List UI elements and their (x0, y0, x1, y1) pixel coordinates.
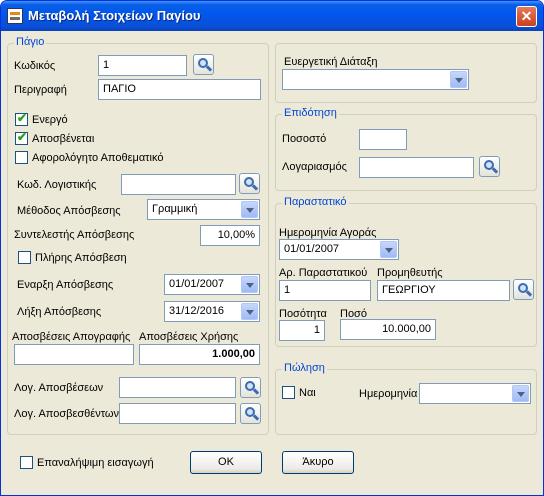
method-value: Γραμμική (152, 203, 198, 215)
use-depreciation-label: Αποσβέσεις Χρήσης (139, 331, 239, 343)
depreciable-checkbox[interactable] (15, 130, 28, 145)
sale-yes-checkbox[interactable] (282, 386, 295, 399)
chevron-down-icon[interactable] (512, 385, 529, 402)
chevron-down-icon[interactable] (241, 303, 258, 320)
purchase-date-value: 01/01/2007 (284, 243, 340, 255)
subsidy-percent-input[interactable] (359, 129, 407, 150)
window-title: Μεταβολή Στοιχείων Παγίου (28, 8, 201, 23)
repeat-entry-label: Επαναλήψιμη εισαγωγή (37, 457, 154, 469)
asset-legend: Πάγιο (14, 36, 47, 48)
subsidy-percent-label: Ποσοστό (282, 133, 327, 145)
supplier-input[interactable]: ΓΕΩΡΓΙΟΥ (377, 280, 510, 301)
subsidy-account-lookup-button[interactable] (479, 156, 500, 177)
quantity-label: Ποσότητα (279, 308, 327, 320)
account-code-lookup-button[interactable] (239, 173, 260, 194)
directive-label: Ευεργετική Διάταξη (284, 56, 378, 68)
directive-select[interactable] (282, 69, 469, 90)
depreciation-account-input[interactable] (119, 377, 236, 398)
depreciation-account-lookup-button[interactable] (240, 377, 261, 398)
account-code-input[interactable] (121, 174, 236, 195)
cancel-button[interactable]: Άκυρο (282, 451, 354, 474)
full-depreciation-label: Πλήρης Απόσβεση (35, 252, 127, 264)
supplier-label: Προμηθευτής (377, 267, 443, 279)
account-code-label: Κωδ. Λογιστικής (17, 179, 97, 191)
title-bar[interactable]: Μεταβολή Στοιχείων Παγίου ✕ (1, 1, 543, 31)
depreciable-label: Αποσβένεται (32, 133, 95, 145)
depreciated-account-input[interactable] (119, 403, 236, 424)
start-date-select[interactable]: 01/01/2007 (164, 274, 260, 295)
start-date-value: 01/01/2007 (169, 278, 225, 290)
method-label: Μέθοδος Απόσβεσης (17, 205, 121, 217)
subsidy-account-label: Λογαριασμός (282, 161, 347, 173)
close-icon: ✕ (520, 8, 533, 24)
active-checkbox[interactable] (15, 111, 28, 126)
end-label: Λήξη Απόσβεσης (17, 306, 102, 318)
quantity-input[interactable]: 1 (279, 320, 325, 341)
document-legend: Παραστατικό (282, 196, 349, 208)
full-depreciation-checkbox[interactable] (18, 251, 31, 264)
chevron-down-icon[interactable] (241, 276, 258, 293)
description-input[interactable]: ΠΑΓΙΟ (98, 79, 261, 100)
sale-date-select[interactable] (419, 383, 531, 404)
sale-yes-label: Ναι (299, 387, 316, 399)
document-number-input[interactable]: 1 (279, 280, 371, 301)
repeat-entry-checkbox[interactable] (20, 456, 33, 469)
end-date-select[interactable]: 31/12/2016 (164, 301, 260, 322)
close-button[interactable]: ✕ (516, 6, 537, 27)
subsidy-group: Επιδότηση (275, 107, 537, 191)
rate-input[interactable]: 10,00% (200, 225, 260, 246)
sale-date-label: Ημερομηνία (359, 388, 418, 400)
end-date-value: 31/12/2016 (169, 305, 225, 317)
rate-label: Συντελεστής Απόσβεσης (14, 229, 135, 241)
inventory-depreciation-label: Αποσβέσεις Απογραφής (12, 331, 131, 343)
app-icon (7, 8, 23, 24)
subsidy-legend: Επιδότηση (282, 107, 339, 119)
supplier-lookup-button[interactable] (513, 279, 534, 300)
document-number-label: Αρ. Παραστατικού (279, 267, 368, 279)
chevron-down-icon[interactable] (450, 71, 467, 88)
description-label: Περιγραφή (14, 84, 67, 96)
chevron-down-icon[interactable] (380, 241, 397, 258)
amount-input[interactable]: 10.000,00 (340, 319, 436, 340)
depreciated-account-label: Λογ. Αποσβεσθέντων (14, 408, 119, 420)
depreciation-account-label: Λογ. Αποσβέσεων (14, 382, 104, 394)
purchase-date-label: Ημερομηνία Αγοράς (279, 227, 377, 239)
taxfree-reserve-checkbox[interactable] (15, 151, 28, 164)
purchase-date-select[interactable]: 01/01/2007 (279, 239, 399, 260)
ok-button[interactable]: OK (190, 451, 262, 474)
subsidy-account-input[interactable] (359, 157, 474, 178)
taxfree-reserve-label: Αφορολόγητο Αποθεματικό (32, 152, 164, 164)
active-label: Ενεργό (32, 114, 68, 126)
sale-legend: Πώληση (282, 362, 327, 374)
method-select[interactable]: Γραμμική (147, 199, 260, 220)
depreciated-account-lookup-button[interactable] (240, 403, 261, 424)
code-lookup-button[interactable] (193, 54, 214, 75)
code-label: Κωδικός (14, 60, 56, 72)
start-label: Εναρξη Απόσβεσης (17, 279, 114, 291)
dialog-window: Μεταβολή Στοιχείων Παγίου ✕ Πάγιο Κωδικό… (0, 0, 544, 496)
code-input[interactable]: 1 (98, 55, 187, 76)
use-depreciation-input[interactable]: 1.000,00 (139, 344, 260, 365)
chevron-down-icon[interactable] (241, 201, 258, 218)
inventory-depreciation-input[interactable] (14, 344, 134, 365)
